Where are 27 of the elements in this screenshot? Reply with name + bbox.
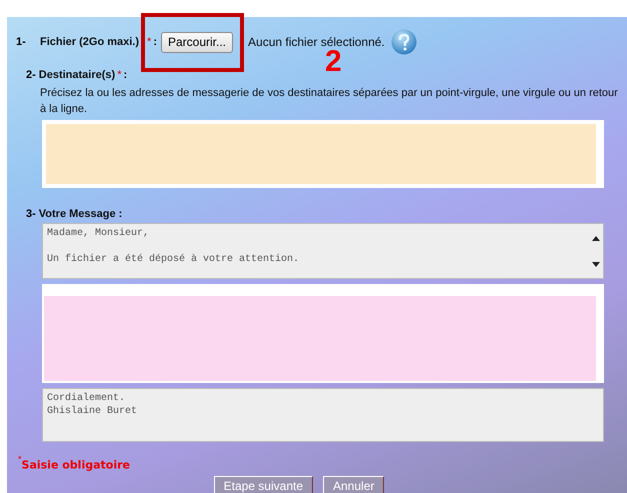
message-line: Ghislaine Buret	[47, 405, 138, 418]
field-label: Destinataire(s)	[38, 69, 116, 81]
field-label: Fichier (2Go maxi.)	[40, 36, 140, 48]
recipients-field[interactable]	[42, 120, 604, 188]
colon-text: :	[153, 36, 157, 48]
help-icon[interactable]	[390, 29, 417, 55]
field-label: Votre Message :	[38, 208, 122, 220]
step-number: 1-	[16, 36, 27, 48]
required-mark: *	[147, 36, 152, 48]
message-line: Cordialement.	[47, 392, 126, 405]
file-status-text: Aucun fichier sélectionné.	[248, 35, 385, 49]
message-header-field[interactable]: Madame, Monsieur, Un fichier a été déposé à votre attention.	[42, 223, 604, 279]
message-footer-field[interactable]: Cordialement. Ghislaine Buret	[42, 388, 604, 442]
required-note: Saisie obligatoire	[22, 458, 130, 472]
required-mark: *	[117, 69, 122, 81]
annotation-number: 2	[325, 47, 342, 77]
hint-text: Précisez la ou les adresses de messagerie de vos destinataires séparées par un point-virgule, une virgule ou un retour à la ligne.	[40, 86, 619, 117]
message-line: Madame, Monsieur,	[47, 227, 150, 240]
scroll-down-icon[interactable]	[592, 262, 600, 268]
browse-button[interactable]: Parcourir...	[160, 32, 234, 52]
message-line: Un fichier a été déposé à votre attention.	[47, 253, 300, 266]
required-mark: *	[18, 454, 22, 464]
message-body-field[interactable]	[42, 284, 604, 383]
step-number: 2-	[26, 69, 36, 81]
colon-text: :	[123, 69, 128, 81]
step-number: 3-	[26, 208, 36, 220]
scroll-up-icon[interactable]	[592, 234, 600, 240]
